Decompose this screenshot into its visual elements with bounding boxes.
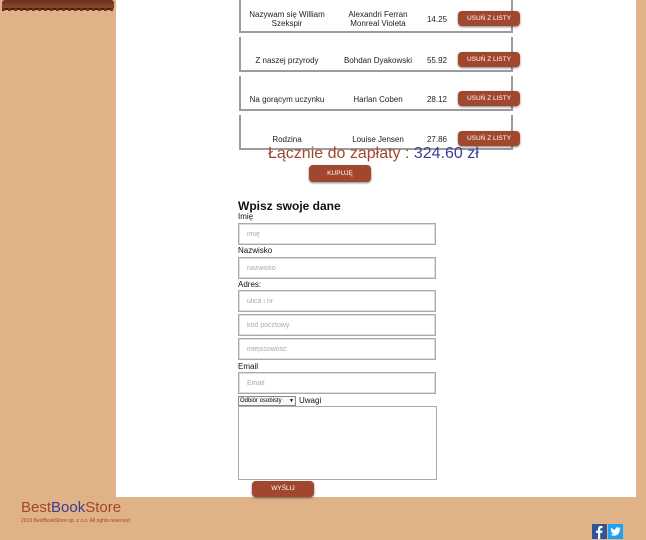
notes-textarea[interactable] [238, 406, 437, 480]
chevron-down-icon: ▼ [289, 398, 294, 404]
book-author: Harlan Coben [353, 95, 403, 104]
book-author: Alexandri Ferran Monreal Violeta [348, 10, 408, 28]
social-links [592, 524, 623, 539]
first-name-input[interactable] [238, 223, 436, 245]
facebook-icon[interactable] [592, 524, 607, 539]
remove-from-list-button[interactable]: USUŃ Z LISTY [458, 11, 520, 26]
main-content: Nazywam się William Szekspir Alexandri F… [116, 0, 636, 497]
remove-from-list-button[interactable]: USUŃ Z LISTY [458, 91, 520, 106]
book-title: Na gorącym uczynku [249, 95, 325, 104]
remove-from-list-button[interactable]: USUŃ Z LISTY [458, 131, 520, 146]
book-title: Z naszej przyrody [255, 56, 319, 65]
first-name-label: Imię [238, 212, 254, 221]
postal-code-input[interactable] [238, 314, 436, 336]
table-row: Na gorącym uczynku Harlan Coben 28.12 US… [239, 76, 520, 111]
total-amount: 324.60 zł [413, 145, 479, 162]
brand-part-book: Book [51, 499, 86, 516]
delivery-selected-value: Odbiór osobisty [240, 398, 282, 404]
street-input[interactable] [238, 290, 436, 312]
book-price: 14.25 [426, 15, 448, 24]
send-button[interactable]: WYŚLIJ [252, 481, 314, 497]
city-input[interactable] [238, 338, 436, 360]
delivery-select[interactable]: Odbiór osobisty ▼ [238, 396, 296, 406]
book-title: Rodzina [272, 135, 302, 144]
form-title: Wpisz swoje dane [238, 199, 341, 213]
table-row: Nazywam się William Szekspir Alexandri F… [239, 0, 520, 33]
notes-label: Uwagi [299, 396, 322, 405]
twitter-icon[interactable] [608, 524, 623, 539]
last-name-label: Nazwisko [238, 246, 273, 255]
cart-total: Łącznie do zapłaty : 324.60 zł [268, 145, 479, 163]
brand-part-best: Best [21, 499, 52, 516]
brand-logo[interactable]: BestBookStore [21, 499, 121, 516]
book-title: Nazywam się William Szekspir [249, 10, 325, 28]
total-label: Łącznie do zapłaty : [268, 145, 414, 162]
email-label: Email [238, 362, 259, 371]
copyright-text: 2019 BestBookStore sp. z o.o. All rights… [21, 518, 130, 524]
header-decoration [2, 0, 114, 11]
book-price: 55.92 [426, 56, 448, 65]
table-row: Z naszej przyrody Bohdan Dyakowski 55.92… [239, 37, 520, 72]
last-name-input[interactable] [238, 257, 436, 279]
address-label: Adres: [238, 280, 262, 289]
book-author: Bohdan Dyakowski [343, 56, 413, 65]
buy-button[interactable]: KUPUJĘ [309, 165, 371, 182]
book-price: 27.86 [426, 135, 448, 144]
brand-part-store: Store [85, 499, 122, 516]
book-author: Louise Jensen [352, 135, 404, 144]
cart-table: Nazywam się William Szekspir Alexandri F… [239, 0, 520, 154]
email-input[interactable] [238, 372, 436, 394]
book-price: 28.12 [426, 95, 448, 104]
remove-from-list-button[interactable]: USUŃ Z LISTY [458, 52, 520, 67]
